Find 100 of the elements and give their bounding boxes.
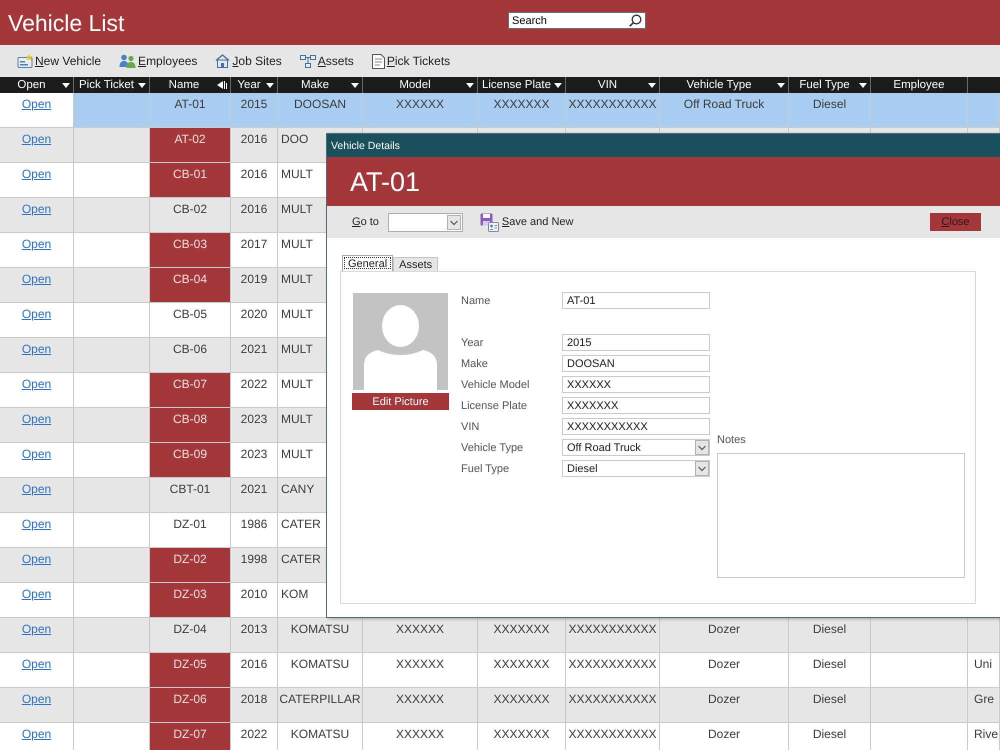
search-icon[interactable]	[629, 14, 642, 27]
field-label: Vehicle Type	[461, 442, 524, 454]
open-link[interactable]: Open	[22, 657, 52, 671]
toolbar-button[interactable]: Job Sites	[215, 54, 282, 68]
tab[interactable]: Assets	[393, 257, 438, 271]
table-row[interactable]: Open DZ-05 2016 KOMATSU XXXXXX XXXXXXX XXXXXXXXXXX Dozer Diesel Uni	[0, 653, 1000, 688]
text-field[interactable]: 2015	[562, 334, 710, 351]
table-row[interactable]: Open DZ-06 2018 CATERPILLAR XXXXXX XXXXXXX XXXXXXXXXXX Dozer Diesel Gre	[0, 688, 1000, 723]
table-row[interactable]: Open DZ-04 2013 KOMATSU XXXXXX XXXXXXX XXXXXXXXXXX Dozer Diesel	[0, 618, 1000, 653]
table-cell: CB-01	[150, 163, 231, 197]
caret-down-icon[interactable]	[466, 82, 474, 88]
table-cell: Dozer	[660, 688, 789, 722]
building-icon	[215, 54, 230, 68]
table-cell: 2023	[231, 408, 278, 442]
table-cell: CB-06	[150, 338, 231, 372]
table-cell: 2018	[231, 688, 278, 722]
table-cell: XXXXXXX	[478, 653, 566, 687]
text-field[interactable]: XXXXXXXXXXX	[562, 418, 710, 435]
caret-down-icon[interactable]	[554, 82, 562, 88]
table-cell: 2017	[231, 233, 278, 267]
open-link[interactable]: Open	[22, 412, 52, 426]
table-cell: DZ-06	[150, 688, 231, 722]
open-link[interactable]: Open	[22, 727, 52, 741]
caret-down-icon[interactable]	[648, 82, 656, 88]
open-link[interactable]: Open	[22, 447, 52, 461]
table-cell: Diesel	[789, 688, 871, 722]
toolbar-button[interactable]: Employees	[119, 54, 198, 68]
caret-down-icon[interactable]	[62, 82, 70, 88]
table-cell: CB-08	[150, 408, 231, 442]
open-link[interactable]: Open	[22, 587, 52, 601]
text-field[interactable]: AT-01	[562, 292, 710, 309]
people-icon	[119, 54, 136, 68]
table-cell: 2023	[231, 443, 278, 477]
field-label: Notes	[717, 434, 746, 446]
chevron-down-icon[interactable]	[446, 214, 461, 230]
caret-down-icon[interactable]	[859, 82, 867, 88]
table-cell: 2016	[231, 198, 278, 232]
table-cell: 2021	[231, 478, 278, 512]
open-link[interactable]: Open	[22, 307, 52, 321]
table-cell: DZ-04	[150, 618, 231, 652]
table-cell: Dozer	[660, 653, 789, 687]
open-link[interactable]: Open	[22, 202, 52, 216]
table-cell: XXXXXXX	[478, 688, 566, 722]
table-cell: XXXXXX	[363, 93, 478, 127]
save-and-new-button[interactable]: Save and New	[480, 212, 574, 232]
window-title: Vehicle Details	[327, 134, 1000, 157]
field-label: Fuel Type	[461, 462, 510, 474]
table-cell: XXXXXXXXXXX	[566, 653, 660, 687]
toolbar-button[interactable]: Pick Tickets	[372, 54, 450, 68]
document-icon	[372, 54, 385, 68]
table-cell: 2019	[231, 268, 278, 302]
open-link[interactable]: Open	[22, 552, 52, 566]
table-cell: 2016	[231, 128, 278, 162]
table-cell: 1998	[231, 548, 278, 582]
table-cell: 1986	[231, 513, 278, 547]
caret-down-icon[interactable]	[138, 82, 146, 88]
text-field[interactable]: XXXXXXX	[562, 397, 710, 414]
dropdown-field[interactable]: Diesel	[562, 460, 710, 477]
caret-down-icon[interactable]	[351, 82, 359, 88]
open-link[interactable]: Open	[22, 517, 52, 531]
toolbar-button[interactable]: New Vehicle	[17, 54, 102, 68]
open-link[interactable]: Open	[22, 97, 52, 111]
table-cell: KOMATSU	[278, 723, 363, 750]
edit-picture-button[interactable]: Edit Picture	[352, 393, 449, 410]
chevron-down-icon[interactable]	[695, 461, 709, 476]
table-cell: DZ-07	[150, 723, 231, 750]
tab[interactable]: General	[342, 255, 394, 271]
table-cell: XXXXXXX	[478, 93, 566, 127]
table-cell: XXXXXXXXXXX	[566, 723, 660, 750]
text-field[interactable]: XXXXXX	[562, 376, 710, 393]
open-link[interactable]: Open	[22, 342, 52, 356]
open-link[interactable]: Open	[22, 377, 52, 391]
sort-icon[interactable]	[217, 81, 227, 89]
table-cell: Off Road Truck	[660, 93, 789, 127]
field-label: VIN	[461, 420, 480, 432]
toolbar-button[interactable]: Assets	[300, 54, 354, 68]
field-label: License Plate	[461, 400, 528, 412]
table-cell: CB-05	[150, 303, 231, 337]
open-link[interactable]: Open	[22, 237, 52, 251]
open-link[interactable]: Open	[22, 167, 52, 181]
dropdown-field[interactable]: Off Road Truck	[562, 439, 710, 456]
field-label: Make	[461, 358, 488, 370]
open-link[interactable]: Open	[22, 272, 52, 286]
caret-down-icon[interactable]	[777, 82, 785, 88]
table-cell: Diesel	[789, 723, 871, 750]
open-link[interactable]: Open	[22, 132, 52, 146]
table-cell: DOOSAN	[278, 93, 363, 127]
open-link[interactable]: Open	[22, 692, 52, 706]
table-cell: KOMATSU	[278, 653, 363, 687]
open-link[interactable]: Open	[22, 482, 52, 496]
caret-down-icon[interactable]	[266, 82, 274, 88]
table-row[interactable]: Open AT-01 2015 DOOSAN XXXXXX XXXXXXX XXXXXXXXXXX Off Road Truck Diesel	[0, 93, 1000, 128]
open-link[interactable]: Open	[22, 622, 52, 636]
notes-field[interactable]	[717, 453, 965, 578]
chevron-down-icon[interactable]	[695, 440, 709, 455]
table-cell: CBT-01	[150, 478, 231, 512]
table-cell: 2013	[231, 618, 278, 652]
search-field[interactable]: Search	[508, 12, 646, 29]
table-cell: 2022	[231, 373, 278, 407]
text-field[interactable]: DOOSAN	[562, 355, 710, 372]
